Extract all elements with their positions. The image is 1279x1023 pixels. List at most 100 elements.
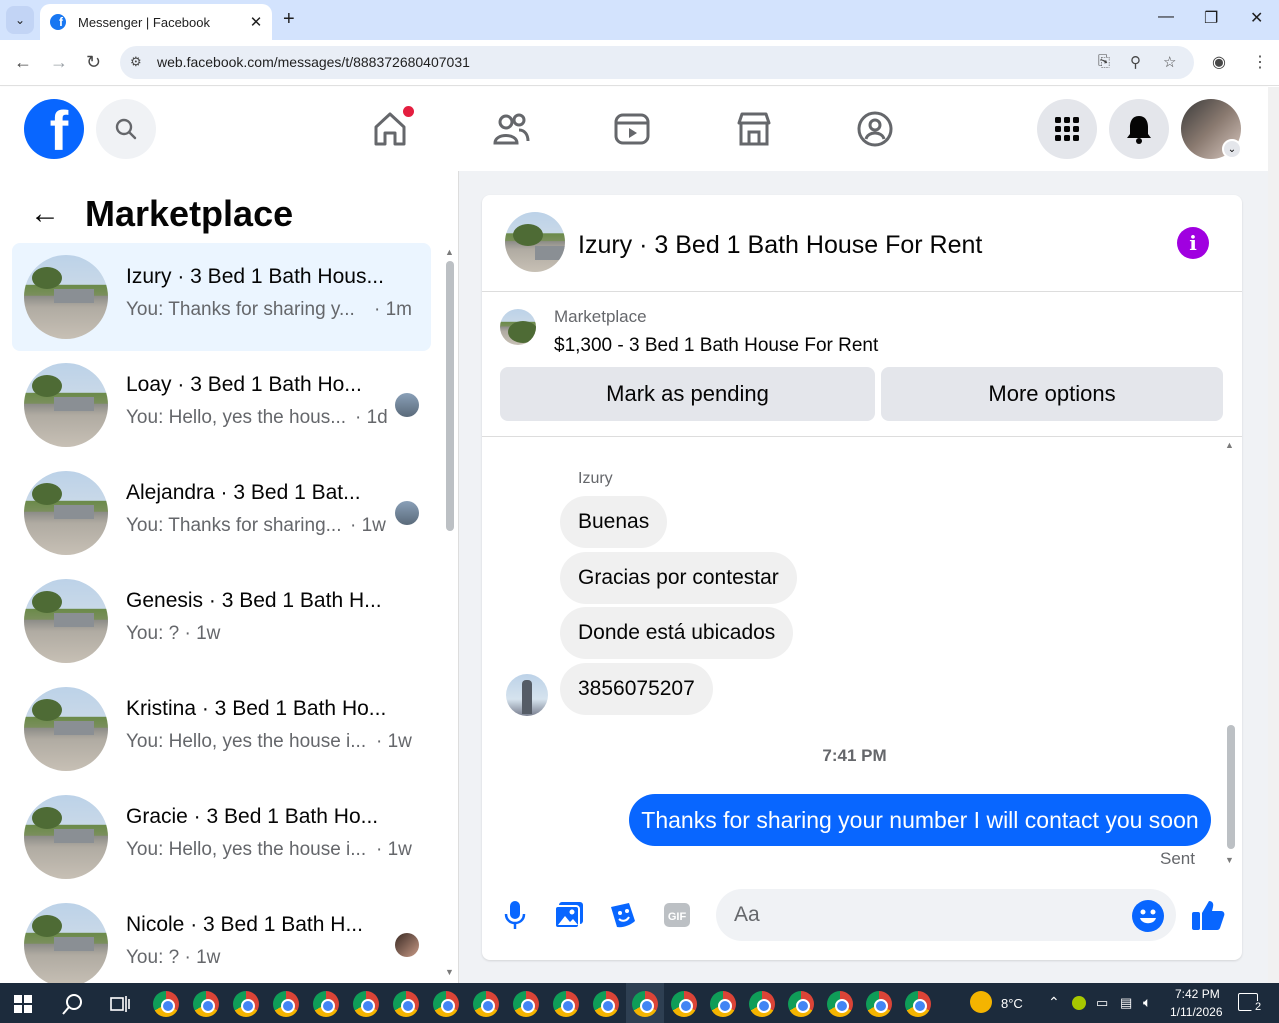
groups-icon[interactable]	[855, 109, 895, 149]
reload-icon[interactable]: ↻	[86, 52, 101, 73]
sender-avatar[interactable]	[506, 674, 548, 716]
info-icon[interactable]: i	[1177, 227, 1209, 259]
chrome-icon[interactable]	[632, 991, 658, 1017]
chrome-icon[interactable]	[905, 991, 931, 1017]
chrome-icon[interactable]	[233, 991, 259, 1017]
chrome-icon[interactable]	[866, 991, 892, 1017]
chrome-icon[interactable]	[193, 991, 219, 1017]
conversation-item[interactable]: Izury · 3 Bed 1 Bath Hous... You: Thanks…	[12, 243, 431, 351]
close-tab-icon[interactable]: ✕	[246, 13, 266, 31]
chrome-icon[interactable]	[273, 991, 299, 1017]
marketplace-icon[interactable]	[734, 109, 774, 149]
browser-menu-icon[interactable]: ⋮	[1252, 52, 1268, 72]
chat-listing-avatar[interactable]	[505, 212, 565, 272]
chrome-icon[interactable]	[749, 991, 775, 1017]
friends-icon[interactable]	[491, 109, 531, 149]
sticker-icon[interactable]	[608, 900, 638, 930]
mark-as-pending-button[interactable]: Mark as pending	[500, 367, 875, 421]
close-window-button[interactable]: ✕	[1250, 8, 1263, 28]
chrome-icon[interactable]	[788, 991, 814, 1017]
minimize-button[interactable]: —	[1158, 8, 1174, 26]
address-bar[interactable]: ⚙ web.facebook.com/messages/t/8883726804…	[120, 46, 1194, 79]
chrome-icon[interactable]	[553, 991, 579, 1017]
scroll-down-arrow-icon[interactable]: ▼	[1225, 855, 1234, 865]
conversation-item[interactable]: Alejandra · 3 Bed 1 Bat... You: Thanks f…	[12, 459, 431, 567]
microphone-icon[interactable]	[500, 900, 530, 930]
more-options-button[interactable]: More options	[881, 367, 1223, 421]
conversation-item[interactable]: Gracie · 3 Bed 1 Bath Ho... You: Hello, …	[12, 783, 431, 891]
install-app-icon[interactable]: ⎘	[1098, 53, 1110, 70]
outgoing-message[interactable]: Thanks for sharing your number I will co…	[629, 794, 1211, 846]
thumbs-up-icon[interactable]	[1190, 900, 1226, 930]
back-arrow-icon[interactable]: ←	[30, 197, 60, 231]
conversation-item[interactable]: Genesis · 3 Bed 1 Bath H... You: ? · 1w	[12, 567, 431, 675]
chrome-icon[interactable]	[593, 991, 619, 1017]
search-button[interactable]	[96, 99, 156, 159]
facebook-logo-icon[interactable]: f	[24, 99, 84, 159]
windows-start-icon[interactable]	[14, 995, 32, 1013]
chat-header: Izury · 3 Bed 1 Bath House For Rent i	[482, 195, 1242, 292]
incoming-message[interactable]: Buenas	[560, 496, 668, 548]
clock-date[interactable]: 1/11/2026	[1170, 1005, 1223, 1019]
bookmark-star-icon[interactable]: ☆	[1163, 53, 1176, 71]
chrome-icon[interactable]	[827, 991, 853, 1017]
clock-time[interactable]: 7:42 PM	[1175, 987, 1220, 1001]
chat-title[interactable]: Izury · 3 Bed 1 Bath House For Rent	[578, 231, 982, 260]
chrome-icon[interactable]	[433, 991, 459, 1017]
incoming-message[interactable]: Gracias por contestar	[560, 552, 797, 604]
scroll-up-arrow-icon[interactable]: ▲	[445, 247, 454, 257]
conversation-item[interactable]: Kristina · 3 Bed 1 Bath Ho... You: Hello…	[12, 675, 431, 783]
forward-arrow-icon[interactable]: →	[50, 52, 68, 73]
incoming-message[interactable]: 3856075207	[560, 663, 713, 715]
volume-icon[interactable]: 🔈︎	[1143, 994, 1151, 1011]
conversation-item[interactable]: Nicole · 3 Bed 1 Bath H... You: ? · 1w	[12, 891, 431, 983]
restore-button[interactable]: ❐	[1204, 8, 1218, 28]
chat-scrollbar[interactable]	[1227, 725, 1235, 849]
notifications-button[interactable]	[1109, 99, 1169, 159]
weather-temp[interactable]: 8°C	[1001, 996, 1023, 1011]
sender-name: Izury	[578, 470, 613, 487]
url-text[interactable]: web.facebook.com/messages/t/888372680407…	[157, 54, 470, 70]
windows-taskbar: 8°C ⌃ ▭ ▤ 🔈︎ 7:42 PM 1/11/2026 2	[0, 983, 1279, 1023]
panel-scrollbar[interactable]	[446, 261, 454, 531]
chrome-icon[interactable]	[393, 991, 419, 1017]
video-icon[interactable]	[612, 109, 652, 149]
chrome-icon[interactable]	[353, 991, 379, 1017]
listing-thumbnail	[24, 255, 108, 339]
zoom-icon[interactable]: ⚲	[1130, 53, 1141, 71]
scroll-up-arrow-icon[interactable]: ▲	[1225, 440, 1234, 450]
browser-tab[interactable]: f Messenger | Facebook ✕	[40, 4, 272, 40]
conversation-preview: You: ? · 1w	[126, 623, 221, 644]
tab-search-button[interactable]: ⌄	[6, 6, 34, 34]
profile-icon[interactable]: ◉	[1212, 52, 1226, 72]
page-scrollbar[interactable]	[1268, 87, 1279, 983]
incoming-message[interactable]: Donde está ubicados	[560, 607, 794, 659]
network-icon[interactable]: ▤	[1120, 995, 1132, 1011]
chrome-icon[interactable]	[153, 991, 179, 1017]
menu-button[interactable]	[1037, 99, 1097, 159]
listing-description[interactable]: $1,300 - 3 Bed 1 Bath House For Rent	[554, 335, 878, 357]
facebook-favicon-icon: f	[50, 14, 66, 30]
message-input[interactable]: Aa	[716, 889, 1176, 941]
tray-app-icon[interactable]	[1072, 996, 1086, 1010]
chrome-icon[interactable]	[513, 991, 539, 1017]
chrome-icon[interactable]	[473, 991, 499, 1017]
conversation-item[interactable]: Loay · 3 Bed 1 Bath Ho... You: Hello, ye…	[12, 351, 431, 459]
site-info-icon[interactable]: ⚙	[130, 54, 142, 70]
chrome-icon[interactable]	[313, 991, 339, 1017]
taskbar-search-icon[interactable]	[62, 993, 84, 1015]
photo-icon[interactable]	[554, 900, 584, 930]
svg-text:GIF: GIF	[668, 911, 687, 923]
weather-icon[interactable]	[970, 991, 992, 1013]
chrome-icon[interactable]	[710, 991, 736, 1017]
chrome-icon[interactable]	[671, 991, 697, 1017]
new-tab-button[interactable]: +	[283, 8, 295, 31]
chevron-down-icon[interactable]: ⌄	[1222, 139, 1242, 159]
scroll-down-arrow-icon[interactable]: ▼	[445, 967, 454, 977]
gif-icon[interactable]: GIF	[662, 900, 692, 930]
emoji-icon[interactable]	[1132, 900, 1164, 932]
chevron-up-icon[interactable]: ⌃	[1048, 994, 1060, 1011]
back-arrow-icon[interactable]: ←	[14, 52, 32, 73]
task-view-icon[interactable]	[110, 995, 130, 1013]
device-icon[interactable]: ▭	[1096, 995, 1108, 1011]
